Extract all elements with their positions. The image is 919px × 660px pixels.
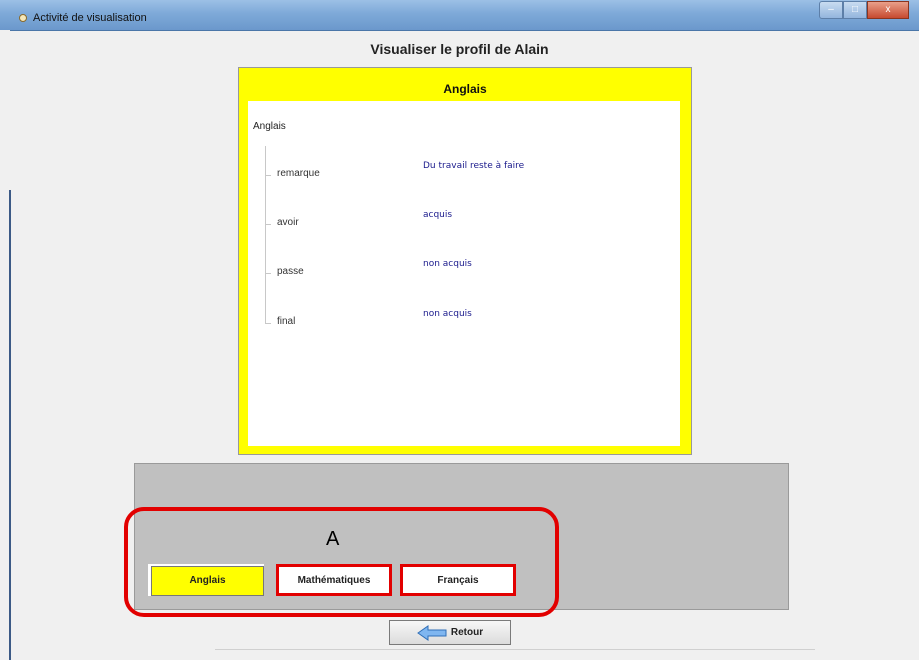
profile-tree: Anglais remarque Du travail reste à fair…: [248, 101, 680, 446]
tab-anglais[interactable]: Anglais: [148, 564, 264, 596]
window-left-edge: [0, 30, 11, 660]
row-key: final: [277, 316, 296, 327]
back-button-label: Retour: [450, 627, 484, 638]
row-value: non acquis: [423, 309, 472, 319]
window-controls: – □ x: [819, 1, 909, 19]
page-title: Visualiser le profil de Alain: [370, 41, 549, 57]
window-title: Activité de visualisation: [33, 12, 147, 24]
close-button[interactable]: x: [867, 1, 909, 19]
row-key: passe: [277, 266, 304, 277]
maximize-button[interactable]: □: [843, 1, 867, 19]
left-arrow-icon: [417, 624, 447, 641]
row-value: non acquis: [423, 259, 472, 269]
tab-mathematiques[interactable]: Mathématiques: [276, 564, 392, 596]
panel-title: Anglais: [443, 82, 487, 96]
tree-row-remarque[interactable]: remarque Du travail reste à faire: [265, 161, 665, 188]
bottom-divider: [215, 649, 815, 650]
tree-row-avoir[interactable]: avoir acquis: [265, 210, 665, 237]
row-value: acquis: [423, 210, 453, 220]
tab-anglais-label: Anglais: [151, 566, 264, 596]
annotation-label: A: [326, 528, 340, 550]
tree-row-final[interactable]: final non acquis: [265, 309, 665, 336]
profile-panel: Anglais Anglais remarque Du travail rest…: [238, 67, 692, 455]
window-titlebar: Activité de visualisation – □ x: [0, 0, 919, 31]
row-value: Du travail reste à faire: [423, 161, 525, 171]
back-button[interactable]: Retour: [389, 620, 511, 645]
row-key: remarque: [277, 168, 320, 179]
annotation-highlight-box: [124, 507, 559, 617]
app-icon: [19, 14, 27, 22]
minimize-button[interactable]: –: [819, 1, 843, 19]
tree-root-label[interactable]: Anglais: [253, 121, 286, 132]
tab-francais[interactable]: Français: [400, 564, 516, 596]
row-key: avoir: [277, 217, 299, 228]
tree-row-passe[interactable]: passe non acquis: [265, 259, 665, 286]
